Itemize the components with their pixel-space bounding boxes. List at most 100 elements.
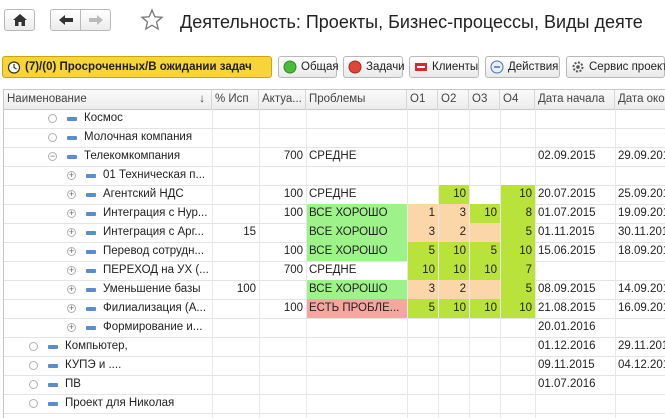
cell-o4 — [500, 413, 535, 418]
cell-o2: 10 — [438, 185, 469, 204]
table-row[interactable]: + Формирование и... 20.01.2016 — [4, 318, 665, 338]
expand-icon[interactable]: + — [67, 304, 76, 313]
item-type-icon — [48, 402, 58, 406]
row-name: Телекомкомпания — [84, 150, 181, 162]
table-row[interactable]: + Филиализация (А... 100 ЕСТЬ ПРОБЛЕ... 5 10 1… — [4, 299, 665, 319]
cell-problems: СРЕДНЕ — [309, 264, 357, 276]
col-end-header[interactable]: Дата око — [615, 90, 665, 109]
cell-start — [535, 109, 615, 128]
cell-pct — [212, 299, 259, 318]
table-row[interactable]: Проект для Николая — [4, 394, 665, 414]
project-service-button[interactable]: Сервис проекта — [566, 56, 665, 78]
cell-pct — [212, 318, 259, 337]
table-row[interactable]: КУПЭ и .... 09.11.2015 04.12.2015 — [4, 356, 665, 376]
cell-start — [535, 413, 615, 418]
cell-o3 — [469, 128, 500, 147]
tasks-button[interactable]: Задачи — [343, 56, 405, 78]
table-header: Наименование ↓ % Исп Актуа... Проблемы О… — [4, 90, 665, 110]
clients-button[interactable]: Клиенты — [409, 56, 479, 78]
cell-o2 — [438, 318, 469, 337]
general-button[interactable]: Общая — [278, 56, 339, 78]
row-name: ПВ — [65, 378, 81, 390]
cell-o2 — [438, 413, 469, 418]
col-o2-header[interactable]: О2 — [438, 90, 469, 109]
cell-o2: 3 — [438, 204, 469, 223]
table-row[interactable]: + Агентский НДС 100 СРЕДНЕ 10 10 20.07.2015 25.… — [4, 185, 665, 205]
cell-pct — [212, 204, 259, 223]
row-name: КУПЭ и .... — [65, 359, 122, 371]
cell-o3 — [469, 185, 500, 204]
table-row[interactable]: + Интеграция с Арг... 15 ВСЕ ХОРОШО 3 2 5 01.11… — [4, 223, 665, 243]
cell-actual: 700 — [283, 150, 303, 162]
table-row[interactable]: + Уменьшение базы 100 ВСЕ ХОРОШО 3 2 5 08.09.20… — [4, 280, 665, 300]
item-type-icon — [86, 288, 96, 292]
expand-icon[interactable]: + — [67, 323, 76, 332]
col-o4-header[interactable]: О4 — [500, 90, 535, 109]
cell-pct — [212, 356, 259, 375]
item-type-icon — [86, 326, 96, 330]
cell-o4: 10 — [500, 242, 535, 261]
expand-icon[interactable]: + — [67, 209, 76, 218]
leaf-circle-icon — [29, 361, 38, 370]
table-row[interactable] — [4, 413, 665, 418]
expand-icon[interactable]: + — [67, 190, 76, 199]
col-pct-header[interactable]: % Исп — [212, 90, 259, 109]
cell-pct — [212, 128, 259, 147]
cell-pct — [212, 185, 259, 204]
cell-end — [615, 166, 665, 185]
red-circle-icon — [348, 60, 362, 74]
back-button[interactable] — [50, 9, 81, 31]
col-actual-header[interactable]: Актуа... — [259, 90, 306, 109]
cell-o2 — [438, 109, 469, 128]
cell-o4 — [500, 356, 535, 375]
alarm-clock-icon — [7, 61, 21, 74]
cell-o4: 7 — [500, 261, 535, 280]
table-row[interactable]: + Интеграция с Нур... 100 ВСЕ ХОРОШО 1 3 10 8 01… — [4, 204, 665, 224]
cell-o2 — [438, 337, 469, 356]
actions-button[interactable]: Действия — [485, 56, 560, 78]
cell-o2 — [438, 394, 469, 413]
table-row[interactable]: + ПЕРЕХОД на УХ (... 700 СРЕДНЕ 10 10 10 7 — [4, 261, 665, 281]
overdue-tasks-button[interactable]: (7)/(0) Просроченных/В ожидании задач — [2, 56, 272, 78]
table-row[interactable]: ПВ 01.07.2016 — [4, 375, 665, 395]
cell-actual — [259, 166, 306, 185]
table-row[interactable]: Компьютер, 01.12.2016 29.11.2016 — [4, 337, 665, 357]
cell-start: 01.11.2015 — [538, 226, 595, 238]
cell-o4: 10 — [500, 185, 535, 204]
cell-o4 — [500, 375, 535, 394]
cell-end: 18.09.2015 — [618, 245, 665, 257]
table-row[interactable]: + Перевод сотрудн... 100 ВСЕ ХОРОШО 5 10 5 10 15… — [4, 242, 665, 262]
cell-o4 — [500, 147, 535, 166]
cell-o2 — [438, 166, 469, 185]
cell-o4 — [500, 318, 535, 337]
forward-button[interactable] — [80, 9, 111, 31]
cell-problems — [306, 337, 407, 356]
expand-icon[interactable]: + — [67, 247, 76, 256]
cell-pct — [212, 394, 259, 413]
row-name: Интеграция с Нур... — [103, 207, 208, 219]
cell-o1 — [407, 128, 438, 147]
expand-icon[interactable]: + — [67, 266, 76, 275]
cell-o1 — [407, 413, 438, 418]
star-icon[interactable] — [140, 8, 164, 32]
col-o3-header[interactable]: О3 — [469, 90, 500, 109]
home-icon — [12, 14, 27, 26]
expand-icon[interactable]: + — [67, 285, 76, 294]
col-start-header[interactable]: Дата начала — [535, 90, 615, 109]
expand-icon[interactable]: + — [67, 228, 76, 237]
cell-start — [535, 394, 615, 413]
table-row[interactable]: Молочная компания — [4, 128, 665, 148]
table-row[interactable]: +01 Техническая п... — [4, 166, 665, 186]
table-row[interactable]: − Телекомкомпания 700 СРЕДНЕ 02.09.2015 29.09… — [4, 147, 665, 167]
cell-o3 — [469, 413, 500, 418]
expand-icon[interactable]: + — [67, 171, 76, 180]
home-button[interactable] — [4, 9, 35, 31]
col-o1-header[interactable]: О1 — [407, 90, 438, 109]
row-name: Космос — [84, 112, 123, 124]
col-name-header[interactable]: Наименование ↓ — [4, 90, 212, 109]
item-type-icon — [67, 155, 77, 159]
collapse-icon[interactable]: − — [48, 152, 57, 161]
column-divider — [259, 109, 260, 418]
table-row[interactable]: Космос — [4, 109, 665, 129]
col-problems-header[interactable]: Проблемы — [306, 90, 407, 109]
